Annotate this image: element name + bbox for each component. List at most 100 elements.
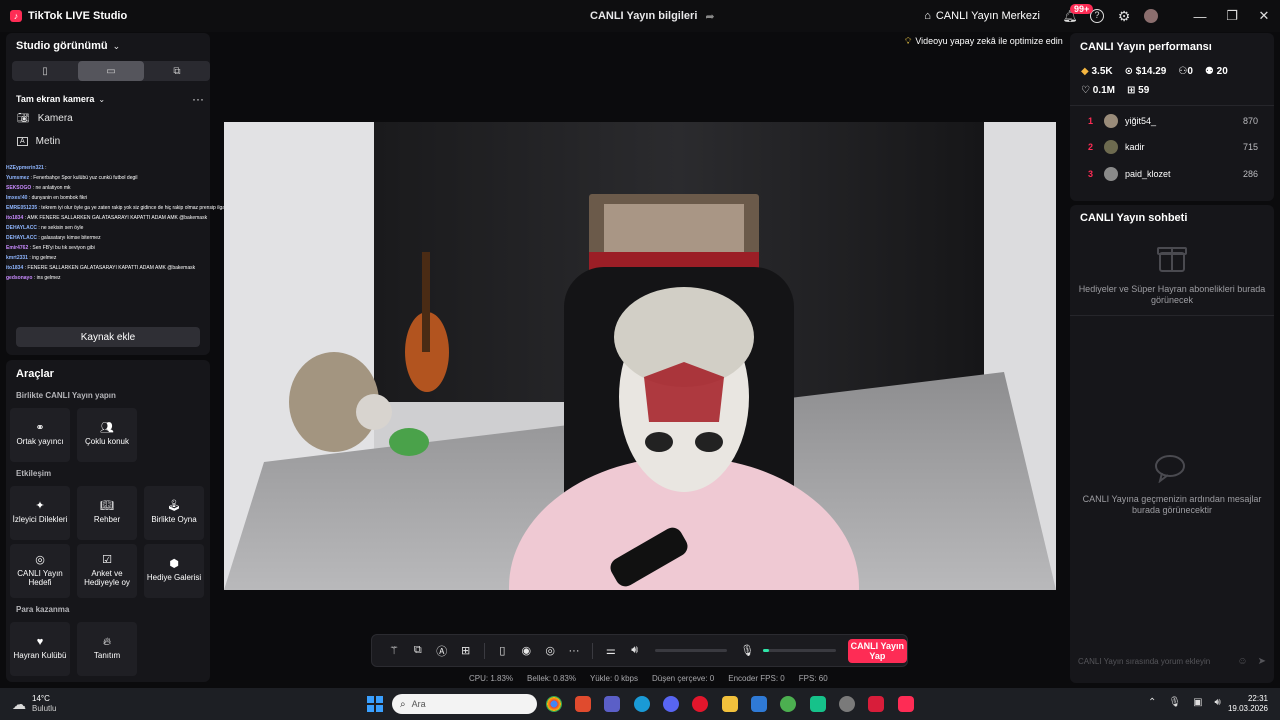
more-options-icon[interactable]: ···: [192, 92, 204, 106]
send-icon[interactable]: ➤: [1258, 656, 1266, 667]
game-app-icon[interactable]: [810, 696, 826, 712]
chat-user: ito1834: [6, 265, 24, 271]
windows-start-button[interactable]: [367, 696, 383, 712]
source-text[interactable]: A Metin: [17, 136, 60, 147]
mic-level-fill: [763, 649, 769, 652]
settings-button[interactable]: ⚙: [1110, 8, 1138, 25]
diamond-stat[interactable]: ◆ 3.5K: [1081, 66, 1113, 77]
live-info-title[interactable]: CANLI Yayın bilgileri: [590, 10, 697, 23]
avatar: [1144, 9, 1158, 23]
office-icon[interactable]: [575, 696, 591, 712]
portrait-layout-button[interactable]: ▯: [12, 61, 78, 81]
add-source-button[interactable]: Kaynak ekle: [16, 327, 200, 347]
tool-play-together[interactable]: 🕹︎ Birlikte Oyna: [144, 486, 204, 540]
viewer-score: 715: [1242, 142, 1258, 152]
taskbar-search[interactable]: ⌕ Ara: [392, 694, 537, 714]
tool-co-host[interactable]: ⚭ Ortak yayıncı: [10, 408, 70, 462]
studio-view-dropdown[interactable]: Studio görünümü ⌄: [16, 40, 120, 52]
more-icon[interactable]: ···: [562, 645, 586, 657]
tool-live-goal[interactable]: ◎ CANLI Yayın Hedefi: [10, 544, 70, 598]
likes-stat[interactable]: ♡ 0.1M: [1081, 85, 1115, 96]
tool-label: Hayran Kulübü: [13, 651, 67, 660]
microphone-icon[interactable]: 🎙︎: [1168, 697, 1181, 708]
divider: [1070, 315, 1274, 316]
top-viewer-row[interactable]: 1 yiğit54_ 870: [1088, 111, 1258, 131]
gifts-stat[interactable]: ⊞ 59: [1127, 85, 1149, 96]
tool-guide[interactable]: 📖︎ Rehber: [77, 486, 137, 540]
chrome-profile-icon[interactable]: [780, 696, 796, 712]
live-info-header[interactable]: CANLI Yayın bilgileri ➦: [590, 10, 715, 23]
live-performance-panel: CANLI Yayın performansı ◆ 3.5K ⊙ $14.29 …: [1070, 33, 1274, 201]
maximize-button[interactable]: ❐: [1216, 8, 1248, 24]
microphone-icon[interactable]: 🎙︎: [735, 644, 759, 657]
tool-multi-guest[interactable]: 👥︎ Çoklu konuk: [77, 408, 137, 462]
gift-icon: ⬢: [169, 558, 179, 570]
weather-widget[interactable]: ☁ 14°C Bulutlu: [12, 694, 56, 714]
profile-button[interactable]: [1138, 9, 1164, 23]
tools-title: Araçlar: [16, 368, 54, 380]
tool-label: Birlikte Oyna: [151, 515, 197, 524]
record-icon[interactable]: ◉: [514, 644, 538, 657]
earnings-value: $14.29: [1135, 66, 1167, 77]
mail-icon[interactable]: [751, 696, 767, 712]
teams-icon[interactable]: [604, 696, 620, 712]
camera-effects-icon[interactable]: ◎: [538, 644, 562, 657]
top-viewer-row[interactable]: 3 paid_klozet 286: [1088, 164, 1258, 184]
chevron-up-icon[interactable]: ⌃: [1148, 697, 1156, 708]
screen-share-icon[interactable]: ⧉: [406, 644, 430, 657]
emoji-icon[interactable]: ☺: [1237, 656, 1247, 667]
ai-icon[interactable]: Ⓐ: [430, 643, 454, 659]
system-tray: ⌃ 🎙︎ ▣ 🔊︎: [1148, 697, 1221, 708]
tool-promote[interactable]: 🔥︎ Tanıtım: [77, 622, 137, 676]
speaker-icon[interactable]: 🔊︎: [623, 644, 647, 657]
chat-user: EMRE051235: [6, 205, 38, 211]
comment-input[interactable]: CANLI Yayın sırasında yorum ekleyin: [1078, 657, 1237, 666]
live-center-button[interactable]: ⌂ CANLI Yayın Merkezi: [924, 10, 1040, 22]
notifications-button[interactable]: 🔔︎ 99+: [1056, 0, 1094, 32]
tool-gift-gallery[interactable]: ⬢ Hediye Galerisi: [144, 544, 204, 598]
comment-bar: CANLI Yayın sırasında yorum ekleyin ☺ ➤: [1078, 651, 1266, 671]
source-label: Metin: [35, 136, 61, 147]
youtube-icon[interactable]: [868, 696, 884, 712]
settings-app-icon[interactable]: [839, 696, 855, 712]
ai-optimize-hint[interactable]: 💡︎ Videoyu yapay zekâ ile optimize edin: [905, 33, 1063, 49]
landscape-layout-button[interactable]: ▭: [78, 61, 144, 81]
diamond-icon: ◆: [1081, 66, 1089, 77]
audio-mixer-icon[interactable]: ⚌: [599, 644, 623, 657]
gift-box-icon: [1154, 239, 1190, 275]
lightbulb-icon: 💡︎: [905, 35, 912, 46]
source-camera[interactable]: 📷︎ Kamera: [17, 113, 73, 124]
file-explorer-icon[interactable]: [722, 696, 738, 712]
scene-dropdown[interactable]: Tam ekran kamera ⌄: [16, 94, 105, 104]
minimize-button[interactable]: —: [1184, 9, 1216, 24]
dual-layout-button[interactable]: ⧉: [144, 61, 210, 81]
chevron-down-icon: ⌄: [112, 40, 121, 51]
new-followers-stat[interactable]: ⚇0: [1178, 66, 1193, 77]
chrome-icon[interactable]: [546, 696, 562, 712]
mic-level-meter[interactable]: [763, 649, 836, 652]
display-icon[interactable]: ▣: [1193, 697, 1202, 708]
close-button[interactable]: ✕: [1248, 8, 1280, 24]
speaker-icon[interactable]: 🔊︎: [1215, 697, 1221, 708]
clock[interactable]: 22:31 19.03.2026: [1226, 694, 1268, 714]
discord-icon[interactable]: [663, 696, 679, 712]
top-viewer-row[interactable]: 2 kadir 715: [1088, 137, 1258, 157]
edge-icon[interactable]: [634, 696, 650, 712]
tiktok-studio-icon[interactable]: [898, 696, 914, 712]
go-live-button[interactable]: CANLI Yayın Yap: [847, 638, 907, 663]
phone-icon[interactable]: ▯: [490, 644, 514, 657]
tool-poll-gift-vote[interactable]: ☑ Anket ve Hediyeyle oy: [77, 544, 137, 598]
share-icon[interactable]: ➦: [705, 10, 714, 23]
speaker-volume-slider[interactable]: [654, 649, 728, 652]
earnings-stat[interactable]: ⊙ $14.29: [1125, 66, 1167, 77]
tool-fan-club[interactable]: ♥ Hayran Kulübü: [10, 622, 70, 676]
viewers-stat[interactable]: ⚉ 20: [1205, 66, 1228, 77]
search-icon: ⌕: [400, 698, 406, 710]
camera-preview[interactable]: [224, 122, 1056, 590]
magic-wand-icon[interactable]: ⚚: [382, 644, 406, 657]
opera-icon[interactable]: [692, 696, 708, 712]
tool-viewer-wishes[interactable]: ✦ İzleyici Dilekleri: [10, 486, 70, 540]
clock-time: 22:31: [1247, 694, 1268, 703]
add-scene-icon[interactable]: ⊞: [454, 644, 478, 657]
target-icon: ◎: [35, 553, 45, 566]
